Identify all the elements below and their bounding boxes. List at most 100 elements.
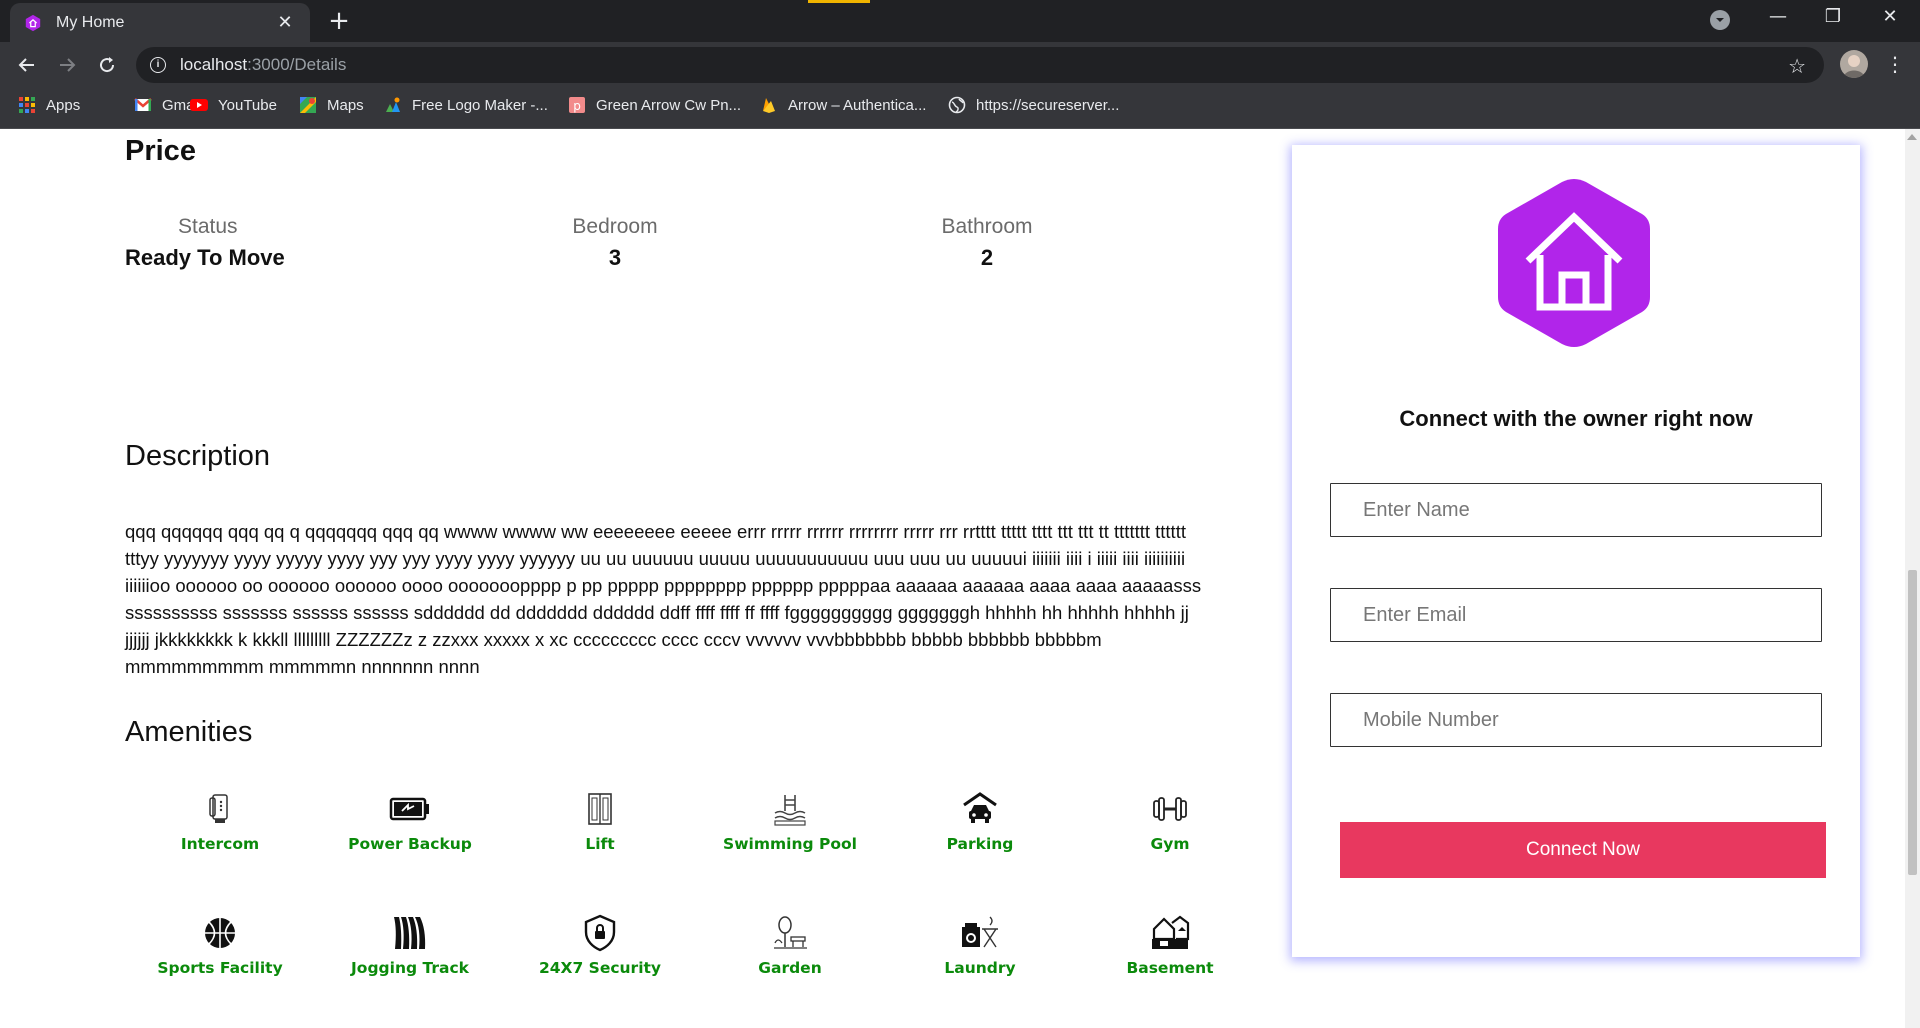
status-stat: Status Ready To Move [80, 215, 340, 271]
amenity-label: Garden [758, 959, 822, 977]
scrollbar-thumb[interactable] [1908, 570, 1917, 875]
youtube-icon [190, 99, 208, 111]
navigation-bar: i localhost:3000/Details ☆ ⋮ [0, 42, 1920, 88]
amenity-label: Lift [585, 835, 615, 853]
bookmark-youtube[interactable]: YouTube [190, 96, 277, 114]
bookmark-label: YouTube [218, 96, 277, 114]
amenity-swimming-pool: Swimming Pool [695, 789, 885, 853]
minimize-button[interactable]: — [1758, 6, 1798, 27]
amenity-label: Gym [1150, 835, 1190, 853]
status-label: Status [178, 215, 238, 238]
bathroom-stat: Bathroom 2 [857, 215, 1117, 271]
garden-icon [774, 916, 807, 949]
bookmark-star-icon[interactable]: ☆ [1788, 54, 1806, 78]
pinterest-icon: p [569, 97, 585, 113]
back-button[interactable] [12, 50, 42, 80]
profile-avatar[interactable] [1840, 50, 1868, 78]
logo-maker-icon [386, 97, 400, 112]
amenity-laundry: Laundry [885, 913, 1075, 977]
amenities-heading: Amenities [125, 716, 253, 748]
amenity-label: Power Backup [348, 835, 472, 853]
bookmark-label: Free Logo Maker -... [412, 96, 548, 114]
bookmarks-bar: Apps Gmail YouTube Maps Free Logo Maker … [0, 88, 1920, 129]
bedroom-value: 3 [608, 245, 622, 270]
amenity-gym: Gym [1075, 789, 1265, 853]
apps-grid-icon [19, 97, 35, 113]
amenity-basement: Basement [1075, 913, 1265, 977]
name-input[interactable] [1330, 483, 1822, 537]
browser-tab[interactable]: My Home ✕ [10, 3, 310, 42]
reload-button[interactable] [92, 50, 122, 80]
close-window-button[interactable]: ✕ [1870, 6, 1910, 27]
pool-icon [774, 795, 806, 826]
amenity-intercom: Intercom [125, 789, 315, 853]
url-text: localhost:3000/Details [180, 55, 346, 75]
url-host: localhost [180, 55, 248, 74]
browser-menu-icon[interactable]: ⋮ [1885, 50, 1905, 78]
status-value: Ready To Move [125, 245, 285, 270]
bookmark-secureserver[interactable]: https://secureserver... [948, 96, 1119, 114]
bookmark-green-arrow[interactable]: p Green Arrow Cw Pn... [568, 96, 741, 114]
scroll-up-arrow-icon[interactable] [1907, 134, 1917, 140]
globe-icon [948, 96, 966, 114]
reload-icon [100, 57, 115, 73]
url-path: :3000/Details [247, 55, 347, 74]
amenity-label: 24X7 Security [538, 959, 662, 977]
bookmark-apps[interactable]: Apps [18, 96, 80, 114]
shield-lock-icon [584, 914, 616, 952]
bookmark-label: Arrow – Authentica... [788, 96, 927, 114]
laundry-icon [962, 916, 998, 948]
new-tab-button[interactable]: + [324, 6, 354, 36]
bookmark-arrow-auth[interactable]: Arrow – Authentica... [760, 96, 926, 114]
restore-button[interactable]: ❐ [1813, 6, 1853, 27]
battery-icon [389, 797, 429, 821]
amenity-security: 24X7 Security [505, 913, 695, 977]
track-icon [394, 917, 426, 949]
bookmark-maps[interactable]: Maps [299, 96, 364, 114]
tab-title: My Home [56, 13, 125, 31]
svg-text:p: p [573, 99, 581, 113]
tab-strip-indicator [808, 0, 870, 3]
email-input[interactable] [1330, 588, 1822, 642]
forward-arrow-icon [60, 58, 76, 72]
tab-close-icon[interactable]: ✕ [274, 12, 296, 33]
bookmark-label: Apps [46, 96, 81, 114]
site-favicon-icon [25, 14, 41, 31]
bedroom-label: Bedroom [572, 215, 658, 238]
house-hexagon-icon [1498, 179, 1650, 347]
amenity-label: Sports Facility [157, 959, 283, 977]
amenity-jogging-track: Jogging Track [315, 913, 505, 977]
car-garage-icon [963, 792, 997, 823]
bookmark-logo-maker[interactable]: Free Logo Maker -... [384, 96, 548, 114]
firebase-icon [763, 98, 775, 113]
gmail-icon [134, 98, 152, 111]
amenity-lift: Lift [505, 789, 695, 853]
description-text: qqq qqqqqq qqq qq q qqqqqqq qqq qq wwww … [125, 521, 1202, 677]
intercom-icon [209, 794, 228, 823]
amenity-label: Intercom [180, 835, 260, 853]
description-heading: Description [125, 440, 271, 472]
card-title: Connect with the owner right now [1399, 406, 1753, 431]
amenity-garden: Garden [695, 913, 885, 977]
back-arrow-icon [18, 58, 34, 72]
amenity-label: Swimming Pool [723, 835, 857, 853]
bookmark-label: https://secureserver... [976, 96, 1120, 114]
page-content: Price Status Ready To Move Bedroom 3 Bat… [0, 129, 1905, 1028]
dumbbell-icon [1153, 797, 1187, 821]
bedroom-stat: Bedroom 3 [485, 215, 745, 271]
amenity-parking: Parking [885, 789, 1075, 853]
tab-strip: My Home ✕ + — ❐ ✕ [0, 0, 1920, 42]
mobile-number-input[interactable] [1330, 693, 1822, 747]
site-info-icon[interactable]: i [150, 57, 166, 73]
bookmark-label: Maps [327, 96, 364, 114]
maps-icon [300, 97, 316, 113]
tab-search-icon[interactable] [1710, 10, 1730, 30]
lift-icon [588, 793, 612, 825]
address-bar[interactable]: i localhost:3000/Details ☆ [136, 47, 1824, 83]
amenity-label: Jogging Track [351, 959, 469, 977]
connect-now-button[interactable]: Connect Now [1340, 822, 1826, 878]
bathroom-value: 2 [980, 245, 994, 270]
forward-button[interactable] [52, 50, 82, 80]
bathroom-label: Bathroom [941, 215, 1033, 238]
bookmark-label: Green Arrow Cw Pn... [596, 96, 742, 114]
